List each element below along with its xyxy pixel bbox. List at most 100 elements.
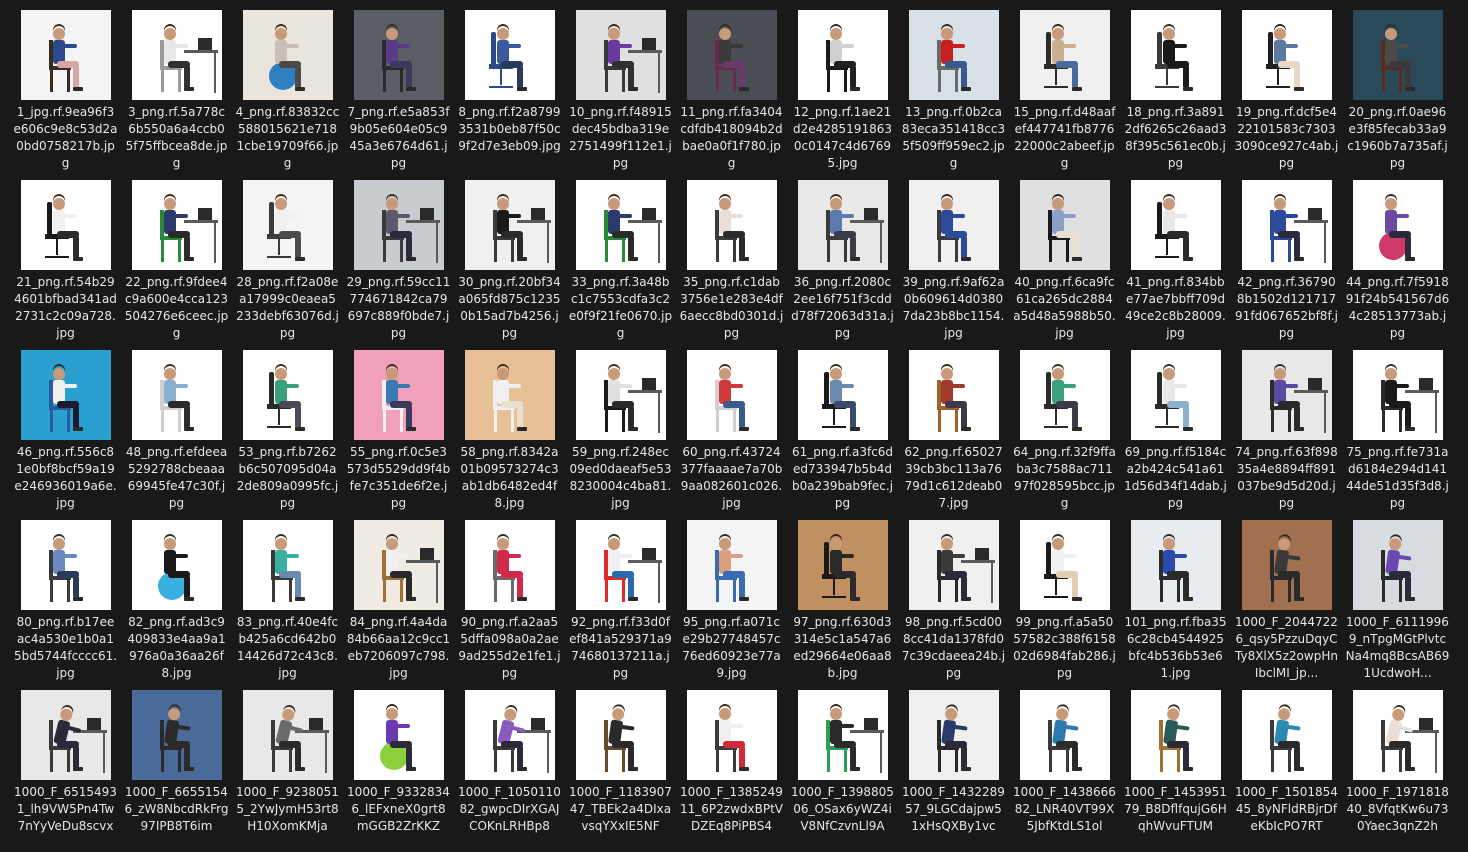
file-name[interactable]: 13_png.rf.0b2ca83eca351418cc35f509ff959e… [902, 104, 1006, 172]
file-name[interactable]: 99_png.rf.a5a5057582c388f615802d6984fab2… [1013, 614, 1117, 682]
file-name[interactable]: 55_png.rf.0c5e3573d5529dd9f4bfe7c351de6f… [347, 444, 451, 512]
file-name[interactable]: 1000_F_118390747_TBEk2a4DIxavsqYXxIE5NF [569, 784, 673, 835]
file-thumbnail[interactable] [1130, 10, 1221, 100]
file-tile[interactable]: 1_jpg.rf.9ea96f3e606c9e8c53d2a0bd0758217… [10, 2, 121, 172]
file-tile[interactable]: 64_png.rf.32f9ffaba3c7588ac71197f028595b… [1009, 342, 1120, 512]
file-tile[interactable]: 1000_F_143866682_LNR40VT99X5JbfKtdLS1ol [1009, 682, 1120, 852]
file-name[interactable]: 90_png.rf.a2aa55dffa098a0a2ae9ad255d2e1f… [458, 614, 562, 682]
file-name[interactable]: 69_png.rf.f5184ca2b424c541a611d56d34f14d… [1124, 444, 1228, 512]
file-thumbnail[interactable] [464, 690, 555, 780]
file-tile[interactable]: 4_png.rf.83832cc588015621e7181cbe19709f6… [232, 2, 343, 172]
file-tile[interactable]: 99_png.rf.a5a5057582c388f615802d6984fab2… [1009, 512, 1120, 682]
file-name[interactable]: 84_png.rf.4a4da84b66aa12c9cc1eb7206097c7… [347, 614, 451, 682]
file-name[interactable]: 92_png.rf.f33d0fef841a529371a97468013721… [569, 614, 673, 682]
file-name[interactable]: 80_png.rf.b17eeac4a530e1b0a15bd5744fcccc… [14, 614, 118, 682]
file-name[interactable]: 1000_F_143866682_LNR40VT99X5JbfKtdLS1ol [1013, 784, 1117, 835]
file-thumbnail[interactable] [575, 350, 666, 440]
file-tile[interactable]: 60_png.rf.43724377faaaae7a70b9aa082601c0… [676, 342, 787, 512]
file-tile[interactable]: 1000_F_92380515_2YwJymH53rt8H10XomKMja [232, 682, 343, 852]
file-tile[interactable]: 8_png.rf.f2a87993531b0eb87f50c9f2d7e3eb0… [454, 2, 565, 172]
file-thumbnail[interactable] [464, 10, 555, 100]
file-thumbnail[interactable] [1130, 180, 1221, 270]
file-tile[interactable]: 44_png.rf.7f591891f24b541567d64c28513773… [1342, 172, 1453, 342]
file-thumbnail[interactable] [797, 350, 888, 440]
file-name[interactable]: 82_png.rf.ad3c9409833e4aa9a1976a0a36aa26… [125, 614, 229, 682]
file-name[interactable]: 8_png.rf.f2a87993531b0eb87f50c9f2d7e3eb0… [458, 104, 562, 155]
file-name[interactable]: 95_png.rf.a071ce29b27748457c76ed60923e77… [680, 614, 784, 682]
file-name[interactable]: 1000_F_93328346_lEFxneX0grt8mGGB2ZrKKZ [347, 784, 451, 835]
file-thumbnail[interactable] [908, 180, 999, 270]
file-name[interactable]: 58_png.rf.8342a01b09573274c3ab1db6482ed4… [458, 444, 562, 512]
file-tile[interactable]: 1000_F_138524911_6P2zwdxBPtVDZEq8PiPBS4 [676, 682, 787, 852]
file-tile[interactable]: 42_png.rf.367908b1502d12171791fd067652bf… [1231, 172, 1342, 342]
file-thumbnail[interactable] [242, 180, 333, 270]
file-name[interactable]: 98_png.rf.5cd008cc41da1378fd07c39cdaeea2… [902, 614, 1006, 682]
file-tile[interactable]: 53_png.rf.b7262b6c507095d04a2de809a0995f… [232, 342, 343, 512]
file-tile[interactable]: 62_png.rf.6502739cb3bc113a7679d1c612deab… [898, 342, 1009, 512]
file-tile[interactable]: 101_png.rf.fba356c28cb4544925bfc4b536b53… [1120, 512, 1231, 682]
file-tile[interactable]: 1000_F_61119969_nTpgMGtPlvtcNa4mq8BcsAB6… [1342, 512, 1453, 682]
file-tile[interactable]: 74_png.rf.63f89835a4e8894ff891037be9d5d2… [1231, 342, 1342, 512]
file-thumbnail[interactable] [20, 180, 111, 270]
file-tile[interactable]: 1000_F_150185445_8yNFldRBjrDfeKbIcPO7RT [1231, 682, 1342, 852]
file-name[interactable]: 4_png.rf.83832cc588015621e7181cbe19709f6… [236, 104, 340, 172]
file-thumbnail[interactable] [797, 180, 888, 270]
file-name[interactable]: 74_png.rf.63f89835a4e8894ff891037be9d5d2… [1235, 444, 1339, 512]
file-name[interactable]: 40_png.rf.6ca9fc61ca265dc2884a5d48a5988b… [1013, 274, 1117, 342]
file-thumbnail[interactable] [1241, 690, 1332, 780]
file-thumbnail[interactable] [131, 10, 222, 100]
file-tile[interactable]: 20_png.rf.0ae96e3f85fecab33a9c1960b7a735… [1342, 2, 1453, 172]
file-tile[interactable]: 1000_F_93328346_lEFxneX0grt8mGGB2ZrKKZ [343, 682, 454, 852]
file-tile[interactable]: 92_png.rf.f33d0fef841a529371a97468013721… [565, 512, 676, 682]
file-thumbnail[interactable] [131, 350, 222, 440]
file-thumbnail[interactable] [797, 10, 888, 100]
file-thumbnail[interactable] [131, 690, 222, 780]
file-tile[interactable]: 29_png.rf.59cc11774671842ca79697c889f0bd… [343, 172, 454, 342]
file-tile[interactable]: 12_png.rf.1ae21d2e42851918630c0147c4d676… [787, 2, 898, 172]
file-name[interactable]: 83_png.rf.40e4fcb425a6cd642b014426d72c43… [236, 614, 340, 682]
file-tile[interactable]: 1000_F_143228957_9LGCdajpw51xHsQXBy1vc [898, 682, 1009, 852]
file-thumbnail[interactable] [908, 690, 999, 780]
file-name[interactable]: 1000_F_150185445_8yNFldRBjrDfeKbIcPO7RT [1235, 784, 1339, 835]
file-thumbnail[interactable] [908, 350, 999, 440]
file-name[interactable]: 1000_F_61119969_nTpgMGtPlvtcNa4mq8BcsAB6… [1346, 614, 1450, 682]
file-name[interactable]: 1000_F_139880506_OSax6yWZ4iV8NfCzvnLl9A [791, 784, 895, 835]
file-name[interactable]: 18_png.rf.3a8912df6265c26aad38f395c561ec… [1124, 104, 1228, 172]
file-tile[interactable]: 61_png.rf.a3fc6ded733947b5b4db0a239bab9f… [787, 342, 898, 512]
file-tile[interactable]: 90_png.rf.a2aa55dffa098a0a2ae9ad255d2e1f… [454, 512, 565, 682]
file-tile[interactable]: 28_png.rf.f2a08ea17999c0eaea5233debf6307… [232, 172, 343, 342]
file-tile[interactable]: 58_png.rf.8342a01b09573274c3ab1db6482ed4… [454, 342, 565, 512]
file-tile[interactable]: 40_png.rf.6ca9fc61ca265dc2884a5d48a5988b… [1009, 172, 1120, 342]
file-thumbnail[interactable] [1130, 520, 1221, 610]
file-thumbnail[interactable] [686, 10, 777, 100]
file-tile[interactable]: 55_png.rf.0c5e3573d5529dd9f4bfe7c351de6f… [343, 342, 454, 512]
file-tile[interactable]: 19_png.rf.dcf5e422101583c73033090ce927c4… [1231, 2, 1342, 172]
file-name[interactable]: 36_png.rf.2080c2ee16f751f3cddd78f72063d3… [791, 274, 895, 342]
file-thumbnail[interactable] [20, 520, 111, 610]
file-thumbnail[interactable] [686, 350, 777, 440]
file-name[interactable]: 101_png.rf.fba356c28cb4544925bfc4b536b53… [1124, 614, 1228, 682]
file-tile[interactable]: 1000_F_197181840_8VfqtKw6u730Yaec3qnZ2h [1342, 682, 1453, 852]
file-tile[interactable]: 36_png.rf.2080c2ee16f751f3cddd78f72063d3… [787, 172, 898, 342]
file-thumbnail[interactable] [1241, 180, 1332, 270]
file-thumbnail[interactable] [797, 690, 888, 780]
file-thumbnail[interactable] [242, 520, 333, 610]
file-tile[interactable]: 11_png.rf.fa3404cdfdb418094b2dbae0a0f1f7… [676, 2, 787, 172]
file-tile[interactable]: 82_png.rf.ad3c9409833e4aa9a1976a0a36aa26… [121, 512, 232, 682]
file-tile[interactable]: 1000_F_139880506_OSax6yWZ4iV8NfCzvnLl9A [787, 682, 898, 852]
file-name[interactable]: 41_png.rf.834bbe77ae7bbff709d49ce2c8b280… [1124, 274, 1228, 342]
file-name[interactable]: 19_png.rf.dcf5e422101583c73033090ce927c4… [1235, 104, 1339, 172]
file-name[interactable]: 28_png.rf.f2a08ea17999c0eaea5233debf6307… [236, 274, 340, 342]
file-tile[interactable]: 41_png.rf.834bbe77ae7bbff709d49ce2c8b280… [1120, 172, 1231, 342]
file-tile[interactable]: 13_png.rf.0b2ca83eca351418cc35f509ff959e… [898, 2, 1009, 172]
file-name[interactable]: 42_png.rf.367908b1502d12171791fd067652bf… [1235, 274, 1339, 342]
file-tile[interactable]: 75_png.rf.fe731ad6184e294d14144de51d35f3… [1342, 342, 1453, 512]
file-thumbnail[interactable] [1019, 350, 1110, 440]
file-name[interactable]: 10_png.rf.f48915dec45bdba319e2751499f112… [569, 104, 673, 172]
file-name[interactable]: 12_png.rf.1ae21d2e42851918630c0147c4d676… [791, 104, 895, 172]
file-name[interactable]: 1000_F_65154931_lh9VW5Pn4Tw7nYyVeDu8scvx [14, 784, 118, 835]
file-tile[interactable]: 35_png.rf.c1dab3756e1e283e4df6aecc8bd030… [676, 172, 787, 342]
file-name[interactable]: 64_png.rf.32f9ffaba3c7588ac71197f028595b… [1013, 444, 1117, 512]
file-thumbnail[interactable] [686, 690, 777, 780]
file-tile[interactable]: 98_png.rf.5cd008cc41da1378fd07c39cdaeea2… [898, 512, 1009, 682]
